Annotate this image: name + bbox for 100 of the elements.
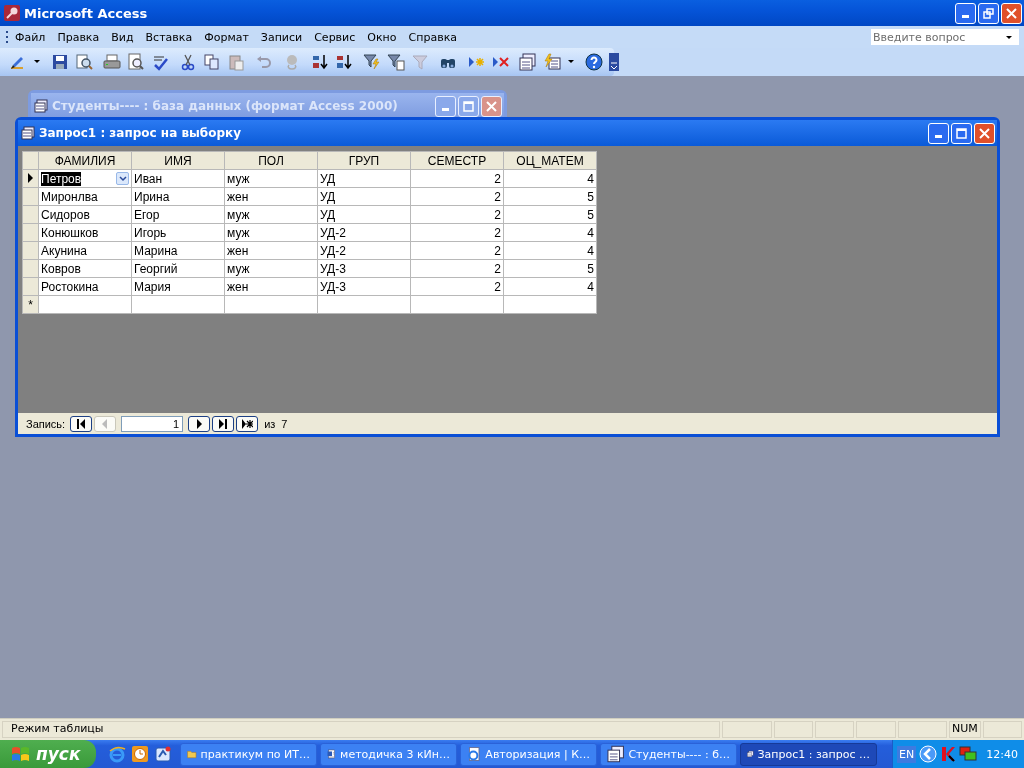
column-header[interactable]: ИМЯ (131, 151, 225, 170)
new-record-button[interactable] (236, 415, 259, 432)
last-record-button[interactable] (212, 415, 235, 432)
printer-icon[interactable] (103, 53, 121, 71)
new-object-icon[interactable] (543, 53, 561, 71)
sort-descending-icon[interactable] (335, 53, 353, 71)
record-label: Запись: (26, 417, 66, 430)
table-cell[interactable]: Иван (131, 169, 225, 188)
table-cell[interactable]: 5 (503, 205, 597, 224)
table-cell[interactable]: муж (224, 205, 318, 224)
table-cell[interactable]: муж (224, 259, 318, 278)
menu-item[interactable]: Окно (361, 28, 403, 46)
magnifier-page-icon[interactable] (75, 53, 93, 71)
table-cell[interactable]: Конюшков (38, 223, 132, 242)
table-cell[interactable] (503, 295, 597, 314)
table-cell[interactable]: 2 (410, 169, 504, 188)
column-header[interactable]: ФАМИЛИЯ (38, 151, 132, 170)
network-icon[interactable] (959, 746, 978, 762)
table-cell[interactable]: УД-2 (317, 223, 411, 242)
table-cell[interactable]: Миронлва (38, 187, 132, 206)
table-cell[interactable]: Сидоров (38, 205, 132, 224)
taskbar-button-label: Авторизация | К… (485, 747, 590, 761)
scissors-icon[interactable] (179, 53, 197, 71)
taskbar-button[interactable]: методичка 3 кИн… (320, 742, 457, 766)
record-number-field[interactable]: 1 (121, 415, 184, 432)
table-cell[interactable]: Мария (131, 277, 225, 296)
column-header[interactable]: ОЦ_МАТЕМ (503, 151, 597, 170)
restore-button[interactable] (978, 2, 999, 24)
table-cell[interactable]: УД-2 (317, 241, 411, 260)
menu-item[interactable]: Вид (105, 28, 140, 46)
first-record-button[interactable] (70, 415, 93, 432)
column-header[interactable]: ГРУП (317, 151, 411, 170)
language-indicator[interactable]: EN (897, 745, 917, 763)
taskbar-button[interactable]: Авторизация | К… (460, 742, 597, 766)
table-cell[interactable]: 5 (503, 259, 597, 278)
table-cell[interactable]: 2 (410, 277, 504, 296)
table-cell[interactable]: 2 (410, 223, 504, 242)
next-record-button[interactable] (188, 415, 211, 432)
table-cell[interactable]: жен (224, 187, 318, 206)
table-cell[interactable]: Ковров (38, 259, 132, 278)
table-cell[interactable] (317, 295, 411, 314)
help-search-field[interactable]: Введите вопрос (870, 28, 1020, 46)
table-cell[interactable]: Георгий (131, 259, 225, 278)
help-icon[interactable] (585, 53, 603, 71)
print-preview-icon[interactable] (127, 53, 145, 71)
table-cell[interactable]: жен (224, 277, 318, 296)
table-cell[interactable]: Егор (131, 205, 225, 224)
status-text: Режим таблицы (2, 721, 721, 738)
menu-item[interactable]: Файл (9, 28, 52, 46)
grip-handle-icon[interactable] (6, 30, 9, 44)
spelling-check-icon[interactable] (151, 53, 169, 71)
table-cell[interactable] (224, 295, 318, 314)
corner-cell[interactable] (22, 151, 39, 170)
table-cell[interactable]: 4 (503, 241, 597, 260)
taskbar-button[interactable]: Студенты---- : б… (600, 742, 737, 766)
table-cell[interactable] (410, 295, 504, 314)
menu-item[interactable]: Формат (198, 28, 255, 46)
table-cell[interactable]: УД (317, 187, 411, 206)
table-cell[interactable]: 2 (410, 187, 504, 206)
table-cell[interactable] (38, 295, 132, 314)
table-cell[interactable]: жен (224, 241, 318, 260)
table-cell[interactable]: Ирина (131, 187, 225, 206)
taskbar-button[interactable]: Запрос1 : запрос … (740, 742, 877, 766)
table-cell[interactable]: Марина (131, 241, 225, 260)
table-cell[interactable]: муж (224, 169, 318, 188)
table-cell[interactable] (131, 295, 225, 314)
table-cell[interactable]: Игорь (131, 223, 225, 242)
chevron-icon[interactable] (919, 745, 938, 763)
table-cell[interactable]: 4 (503, 223, 597, 242)
table-cell[interactable]: УД-3 (317, 259, 411, 278)
menu-item[interactable]: Сервис (308, 28, 362, 46)
clock-icon[interactable] (131, 745, 149, 763)
table-cell[interactable]: 4 (503, 169, 597, 188)
table-cell[interactable]: муж (224, 223, 318, 242)
table-cell[interactable]: 5 (503, 187, 597, 206)
table-cell[interactable]: Ростокина (38, 277, 132, 296)
table-cell[interactable]: УД (317, 205, 411, 224)
menu-item[interactable]: Справка (402, 28, 463, 46)
taskbar-button-label: Запрос1 : запрос … (757, 747, 870, 761)
column-header[interactable]: ПОЛ (224, 151, 318, 170)
database-window-icon[interactable] (519, 53, 537, 71)
funnel-form-icon[interactable] (387, 53, 405, 71)
browser-icon[interactable] (108, 745, 126, 763)
table-cell[interactable]: 4 (503, 277, 597, 296)
close-icon (1006, 7, 1017, 19)
table-cell[interactable]: 2 (410, 241, 504, 260)
menu-item[interactable]: Правка (51, 28, 106, 46)
sort-ascending-icon[interactable] (311, 53, 329, 71)
menu-item[interactable]: Вставка (139, 28, 199, 46)
copy-icon[interactable] (203, 53, 221, 71)
table-cell[interactable]: 2 (410, 259, 504, 278)
column-header[interactable]: СЕМЕСТР (410, 151, 504, 170)
table-cell[interactable]: 2 (410, 205, 504, 224)
table-cell[interactable]: УД (317, 169, 411, 188)
menu-item[interactable]: Записи (254, 28, 309, 46)
toolbar-options-icon[interactable] (609, 53, 619, 71)
table-cell[interactable]: УД-3 (317, 277, 411, 296)
taskbar-button[interactable]: практикум по ИТ… (180, 742, 317, 766)
funnel-lightning-icon[interactable] (363, 53, 381, 71)
table-cell[interactable]: Акунина (38, 241, 132, 260)
